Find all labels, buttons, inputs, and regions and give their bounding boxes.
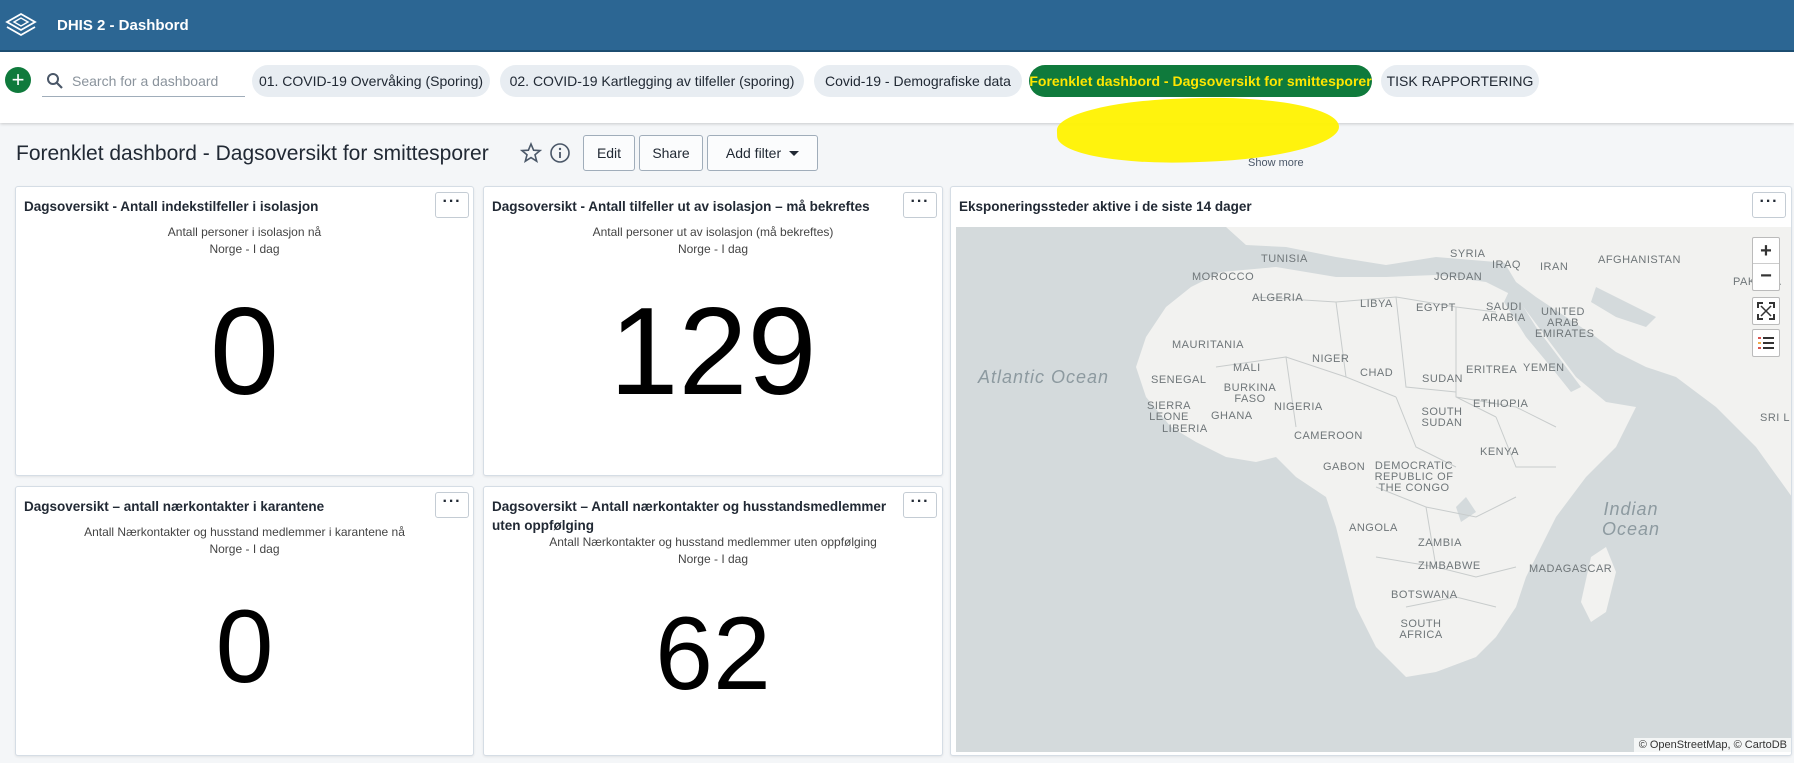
dhis2-logo-icon[interactable]	[4, 10, 38, 42]
card-subtitle: Antall personer i isolasjon nå	[167, 225, 322, 239]
card-period: Norge - I dag	[209, 542, 280, 556]
dashboard-chip[interactable]: 02. COVID-19 Kartlegging av tilfeller (s…	[500, 65, 804, 97]
country-label: YEMEN	[1523, 362, 1565, 374]
zoom-out-button[interactable]: −	[1753, 264, 1779, 290]
card-title: Dagsoversikt - Antall indekstilfeller i …	[24, 199, 319, 214]
country-label: SIERRA LEONE	[1147, 400, 1191, 423]
country-label: ERITREA	[1466, 364, 1518, 376]
show-more-link[interactable]: Show more	[1248, 157, 1304, 169]
add-dashboard-button[interactable]: +	[5, 67, 31, 93]
dashboard-chip[interactable]: Covid-19 - Demografiske data	[814, 65, 1022, 97]
card-period: Norge - I dag	[209, 242, 280, 256]
dashboard-search-input[interactable]: Search for a dashboard	[42, 64, 245, 97]
country-label: CAMEROON	[1294, 430, 1363, 442]
item-menu-button[interactable]: ···	[435, 492, 469, 518]
dashboard-chip-selected[interactable]: Forenklet dashbord - Dagsoversikt for sm…	[1029, 65, 1372, 97]
search-placeholder: Search for a dashboard	[72, 73, 219, 89]
card-period: Norge - I dag	[677, 552, 749, 566]
legend-button[interactable]	[1752, 329, 1780, 357]
country-label: BURKINA FASO	[1223, 382, 1277, 405]
country-label: SENEGAL	[1151, 374, 1207, 386]
country-label: CHAD	[1360, 367, 1394, 379]
add-filter-label: Add filter	[725, 145, 782, 161]
country-label: UNITED ARAB EMIRATES	[1535, 306, 1595, 340]
app-title: DHIS 2 - Dashbord	[57, 17, 189, 34]
country-label: ETHIOPIA	[1473, 398, 1529, 410]
single-value: 0	[210, 283, 279, 421]
country-label: DEMOCRATIC REPUBLIC OF THE CONGO	[1374, 460, 1454, 494]
country-label: SOUTH AFRICA	[1399, 618, 1443, 641]
country-label: KENYA	[1480, 446, 1519, 458]
add-filter-button[interactable]: Add filter	[707, 135, 818, 171]
country-label: MAURITANIA	[1172, 339, 1245, 351]
country-label: MALI	[1233, 362, 1261, 374]
country-label: IRAQ	[1492, 259, 1521, 271]
card-subtitle: Antall Nærkontakter og husstand medlemme…	[84, 525, 405, 539]
item-menu-button[interactable]: ···	[903, 192, 937, 218]
country-label: SYRIA	[1450, 248, 1486, 260]
card-title: Dagsoversikt – antall nærkontakter i kar…	[24, 499, 325, 514]
chevron-down-icon	[789, 151, 800, 156]
dashboard-item-card: Dagsoversikt - Antall indekstilfeller i …	[15, 186, 474, 476]
card-title: Dagsoversikt – Antall nærkontakter og hu…	[492, 499, 887, 533]
share-button[interactable]: Share	[639, 135, 703, 171]
dashboard-title: Forenklet dashbord - Dagsoversikt for sm…	[16, 142, 489, 165]
single-value: 62	[655, 596, 771, 712]
zoom-control: + −	[1752, 237, 1780, 291]
dashboard-item-card: Dagsoversikt – Antall nærkontakter og hu…	[483, 486, 943, 756]
country-label: ALGERIA	[1252, 292, 1304, 304]
country-label: NIGERIA	[1274, 401, 1323, 413]
country-label: GHANA	[1211, 410, 1253, 422]
country-label: ZAMBIA	[1418, 537, 1462, 549]
card-title: Dagsoversikt - Antall tilfeller ut av is…	[492, 199, 870, 214]
country-label: SAUDI ARABIA	[1482, 301, 1526, 324]
dashboard-item-card: Dagsoversikt – antall nærkontakter i kar…	[15, 486, 474, 756]
country-label: AFGHANISTAN	[1598, 254, 1681, 266]
country-label: IRAN	[1540, 261, 1569, 273]
country-label: SOUTH SUDAN	[1421, 406, 1463, 429]
dashboard-bar: + Search for a dashboard 01. COVID-19 Ov…	[0, 52, 1794, 169]
country-label: EGYPT	[1416, 302, 1456, 314]
zoom-in-button[interactable]: +	[1753, 238, 1779, 264]
map-canvas[interactable]: Atlantic Ocean Indian Ocean TUNISIA SYRI…	[956, 227, 1791, 752]
country-label: GABON	[1323, 461, 1366, 473]
card-title: Eksponeringssteder aktive i de siste 14 …	[959, 199, 1252, 214]
item-menu-button[interactable]: ···	[1752, 192, 1786, 218]
single-value: 129	[609, 283, 817, 421]
country-label: NIGER	[1312, 353, 1350, 365]
card-subtitle: Antall Nærkontakter og husstand medlemme…	[549, 535, 877, 549]
search-icon	[47, 73, 63, 89]
dashboard-chip[interactable]: TISK RAPPORTERING	[1381, 65, 1539, 97]
country-label: LIBYA	[1360, 298, 1393, 310]
country-label: ANGOLA	[1349, 522, 1398, 534]
info-icon[interactable]	[549, 142, 571, 164]
map-card: Eksponeringssteder aktive i de siste 14 …	[950, 186, 1792, 756]
app-header: DHIS 2 - Dashbord	[0, 0, 1794, 52]
card-period: Norge - I dag	[677, 242, 749, 256]
edit-button[interactable]: Edit	[583, 135, 635, 171]
legend-icon	[1758, 337, 1774, 349]
country-label: TUNISIA	[1261, 253, 1308, 265]
country-label: LIBERIA	[1162, 423, 1208, 435]
dashboard-chip[interactable]: 01. COVID-19 Overvåking (Sporing)	[252, 65, 490, 97]
fullscreen-icon	[1757, 302, 1775, 320]
ocean-label: Atlantic Ocean	[978, 367, 1110, 387]
ocean-label: Indian Ocean	[1601, 499, 1661, 539]
star-icon[interactable]	[520, 142, 542, 164]
country-label: MADAGASCAR	[1529, 563, 1613, 575]
card-subtitle: Antall personer ut av isolasjon (må bekr…	[592, 225, 834, 239]
country-label: JORDAN	[1434, 271, 1483, 283]
fullscreen-button[interactable]	[1752, 297, 1780, 325]
country-label: ZIMBABWE	[1418, 560, 1481, 572]
item-menu-button[interactable]: ···	[435, 192, 469, 218]
item-menu-button[interactable]: ···	[903, 492, 937, 518]
country-label: BOTSWANA	[1391, 589, 1458, 601]
yellow-highlight-annotation	[1055, 93, 1341, 167]
map-attribution[interactable]: © OpenStreetMap, © CartoDB	[1633, 738, 1791, 752]
single-value: 0	[215, 589, 274, 705]
country-label: SUDAN	[1422, 373, 1464, 385]
country-label: SRI L	[1760, 412, 1791, 424]
country-label: MOROCCO	[1192, 271, 1255, 283]
dashboard-item-card: Dagsoversikt - Antall tilfeller ut av is…	[483, 186, 943, 476]
